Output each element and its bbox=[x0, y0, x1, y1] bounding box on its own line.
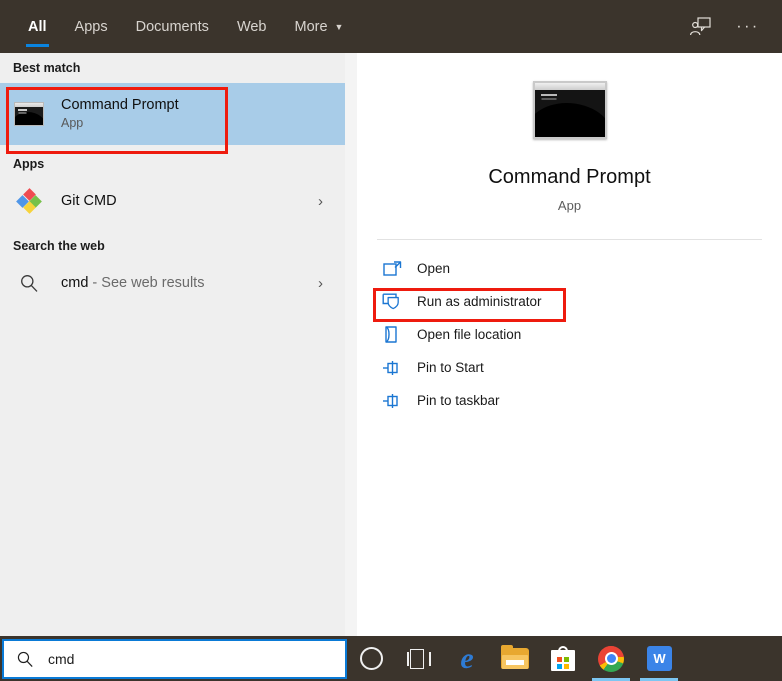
act-icon-wrap bbox=[379, 325, 405, 344]
task-view-button[interactable] bbox=[395, 636, 443, 681]
pin-icon bbox=[382, 359, 402, 377]
file-explorer-button[interactable] bbox=[491, 636, 539, 681]
action-label: Open bbox=[417, 261, 450, 276]
chevron-right-icon[interactable]: › bbox=[318, 275, 323, 292]
chevron-down-icon: ▼ bbox=[335, 23, 344, 32]
act-icon-wrap bbox=[379, 260, 405, 278]
microsoft-store-icon bbox=[551, 646, 575, 671]
chevron-right-icon[interactable]: › bbox=[318, 193, 323, 210]
result-item-git-cmd[interactable]: Git CMD › bbox=[0, 179, 345, 223]
web-query-text: cmd bbox=[61, 275, 88, 291]
cortana-icon bbox=[360, 647, 383, 670]
task-view-icon bbox=[407, 649, 431, 669]
more-options-button[interactable]: ··· bbox=[728, 8, 768, 46]
wps-office-button[interactable]: W bbox=[635, 636, 683, 681]
ellipsis-icon: ··· bbox=[736, 19, 759, 35]
search-filter-tabs: All Apps Documents Web More ▼ bbox=[0, 0, 357, 53]
tab-more-label: More bbox=[295, 19, 328, 35]
feedback-button[interactable] bbox=[680, 8, 720, 46]
action-label: Pin to taskbar bbox=[417, 393, 500, 408]
result-icon-wrap bbox=[13, 190, 45, 212]
search-web-header: Search the web bbox=[0, 231, 345, 261]
search-input[interactable]: cmd bbox=[48, 651, 74, 667]
console-icon bbox=[14, 102, 44, 126]
tab-apps-label: Apps bbox=[75, 19, 108, 35]
result-subtitle: App bbox=[61, 116, 179, 132]
result-item-web-search[interactable]: cmd - See web results › bbox=[0, 261, 345, 305]
edge-button[interactable]: e bbox=[443, 636, 491, 681]
result-title: cmd - See web results bbox=[61, 275, 204, 291]
action-open[interactable]: Open bbox=[357, 252, 782, 285]
chrome-icon bbox=[598, 646, 624, 672]
act-icon-wrap bbox=[379, 359, 405, 377]
app-detail-panel: Command Prompt App Open bbox=[357, 53, 782, 636]
wps-office-icon: W bbox=[647, 646, 672, 671]
app-actions-list: Open Run as administrator bbox=[357, 252, 782, 417]
result-text: Command Prompt App bbox=[61, 96, 179, 132]
tab-apps[interactable]: Apps bbox=[61, 0, 122, 53]
microsoft-store-button[interactable] bbox=[539, 636, 587, 681]
detail-title: Command Prompt bbox=[488, 166, 650, 189]
detail-header: Command Prompt App bbox=[357, 53, 782, 213]
act-icon-wrap bbox=[379, 392, 405, 410]
search-results-panel: Best match Command Prompt App Apps Git C… bbox=[0, 53, 345, 636]
action-open-file-location[interactable]: Open file location bbox=[357, 318, 782, 351]
web-query-suffix: - See web results bbox=[88, 275, 204, 291]
act-icon-wrap bbox=[379, 292, 405, 311]
console-icon-large bbox=[533, 81, 607, 139]
feedback-person-icon bbox=[689, 17, 711, 37]
result-title: Command Prompt bbox=[61, 96, 179, 114]
taskbar-search-box[interactable]: cmd bbox=[2, 639, 347, 679]
folder-open-icon bbox=[383, 325, 401, 344]
taskbar: cmd e bbox=[0, 636, 782, 681]
cortana-button[interactable] bbox=[347, 636, 395, 681]
tab-web-label: Web bbox=[237, 19, 267, 35]
file-explorer-icon bbox=[501, 648, 529, 669]
tab-documents-label: Documents bbox=[136, 19, 209, 35]
open-external-icon bbox=[383, 260, 402, 278]
best-match-header: Best match bbox=[0, 53, 345, 83]
chrome-button[interactable] bbox=[587, 636, 635, 681]
result-icon-wrap bbox=[13, 273, 45, 293]
shield-icon bbox=[382, 292, 403, 311]
apps-header: Apps bbox=[0, 149, 345, 179]
search-topbar: All Apps Documents Web More ▼ bbox=[0, 0, 782, 53]
taskbar-icons: e W bbox=[347, 636, 683, 681]
action-pin-to-start[interactable]: Pin to Start bbox=[357, 351, 782, 384]
result-icon-wrap bbox=[13, 102, 45, 126]
pin-icon bbox=[382, 392, 402, 410]
detail-divider bbox=[377, 239, 762, 240]
action-run-as-administrator[interactable]: Run as administrator bbox=[357, 285, 782, 318]
search-icon bbox=[19, 273, 39, 293]
tab-more[interactable]: More ▼ bbox=[281, 0, 358, 53]
topbar-actions: ··· bbox=[680, 0, 782, 53]
tab-documents[interactable]: Documents bbox=[122, 0, 223, 53]
tab-all-label: All bbox=[28, 19, 47, 35]
panel-gutter bbox=[345, 53, 357, 636]
result-item-command-prompt[interactable]: Command Prompt App bbox=[0, 83, 345, 145]
action-label: Pin to Start bbox=[417, 360, 484, 375]
edge-icon: e bbox=[460, 644, 473, 674]
git-diamond-icon bbox=[18, 190, 40, 212]
search-icon bbox=[16, 650, 34, 668]
tab-web[interactable]: Web bbox=[223, 0, 281, 53]
detail-subtitle: App bbox=[558, 198, 581, 213]
action-label: Run as administrator bbox=[417, 294, 542, 309]
tab-all[interactable]: All bbox=[14, 0, 61, 53]
result-title: Git CMD bbox=[61, 193, 117, 209]
action-pin-to-taskbar[interactable]: Pin to taskbar bbox=[357, 384, 782, 417]
windows-search-flyout: All Apps Documents Web More ▼ bbox=[0, 0, 782, 681]
action-label: Open file location bbox=[417, 327, 521, 342]
